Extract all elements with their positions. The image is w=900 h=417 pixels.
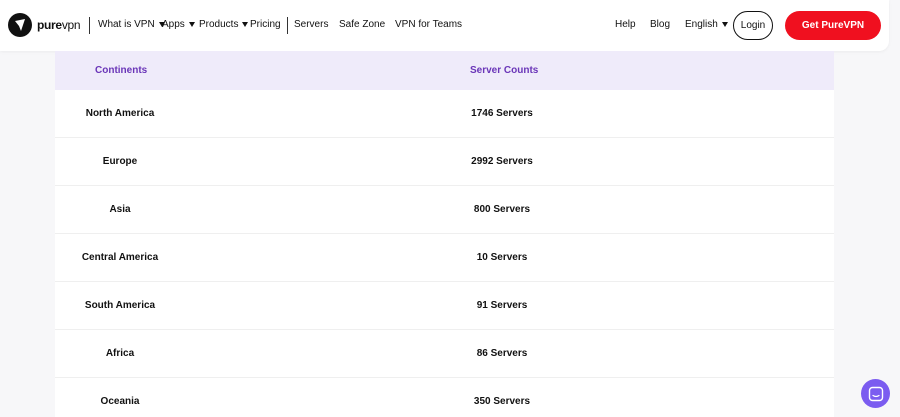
nav-what-is-vpn[interactable]: What is VPN bbox=[98, 19, 165, 30]
login-button[interactable]: Login bbox=[733, 11, 773, 40]
nav-divider bbox=[287, 17, 288, 34]
column-header-server-counts: Server Counts bbox=[470, 65, 539, 76]
server-count-cell: 2992 Servers bbox=[471, 156, 533, 167]
continent-cell: North America bbox=[85, 108, 155, 119]
server-count-cell: 86 Servers bbox=[476, 348, 528, 359]
table-row: Africa 86 Servers bbox=[55, 330, 834, 378]
shield-logo-icon bbox=[8, 13, 32, 37]
caret-down-icon bbox=[242, 22, 249, 27]
continent-cell: Oceania bbox=[100, 396, 140, 407]
server-count-cell: 10 Servers bbox=[476, 252, 528, 263]
table-header: Continents Server Counts bbox=[55, 51, 834, 90]
nav-servers[interactable]: Servers bbox=[294, 19, 328, 30]
table-row: Asia 800 Servers bbox=[55, 186, 834, 234]
continent-cell: South America bbox=[84, 300, 156, 311]
nav-help[interactable]: Help bbox=[615, 19, 636, 30]
table-row: Central America 10 Servers bbox=[55, 234, 834, 282]
continent-cell: Africa bbox=[105, 348, 135, 359]
table-row: North America 1746 Servers bbox=[55, 90, 834, 138]
nav-blog[interactable]: Blog bbox=[650, 19, 670, 30]
server-count-cell: 1746 Servers bbox=[471, 108, 533, 119]
nav-apps[interactable]: Apps bbox=[162, 19, 195, 30]
nav-products[interactable]: Products bbox=[199, 19, 249, 30]
chat-icon bbox=[868, 386, 883, 401]
continent-cell: Asia bbox=[109, 204, 131, 215]
continent-cell: Central America bbox=[81, 252, 159, 263]
nav-safe-zone[interactable]: Safe Zone bbox=[339, 19, 385, 30]
continent-cell: Europe bbox=[102, 156, 138, 167]
server-count-cell: 800 Servers bbox=[473, 204, 531, 215]
brand-logo[interactable]: purevpn bbox=[8, 13, 81, 37]
table-row: Europe 2992 Servers bbox=[55, 138, 834, 186]
chat-button[interactable] bbox=[861, 379, 890, 408]
server-counts-table: Continents Server Counts North America 17… bbox=[55, 51, 834, 417]
nav-divider bbox=[89, 17, 90, 34]
site-header: purevpn What is VPN Apps Products Pricin… bbox=[0, 0, 889, 51]
server-count-cell: 91 Servers bbox=[476, 300, 528, 311]
language-selector[interactable]: English bbox=[685, 19, 728, 30]
column-header-continents: Continents bbox=[95, 65, 148, 76]
caret-down-icon bbox=[721, 22, 728, 27]
table-row: South America 91 Servers bbox=[55, 282, 834, 330]
brand-name: purevpn bbox=[37, 18, 81, 32]
table-row: Oceania 350 Servers bbox=[55, 378, 834, 417]
get-purevpn-button[interactable]: Get PureVPN bbox=[785, 11, 881, 40]
server-count-cell: 350 Servers bbox=[473, 396, 531, 407]
caret-down-icon bbox=[188, 22, 195, 27]
nav-vpn-for-teams[interactable]: VPN for Teams bbox=[395, 19, 462, 30]
nav-pricing[interactable]: Pricing bbox=[250, 19, 281, 30]
